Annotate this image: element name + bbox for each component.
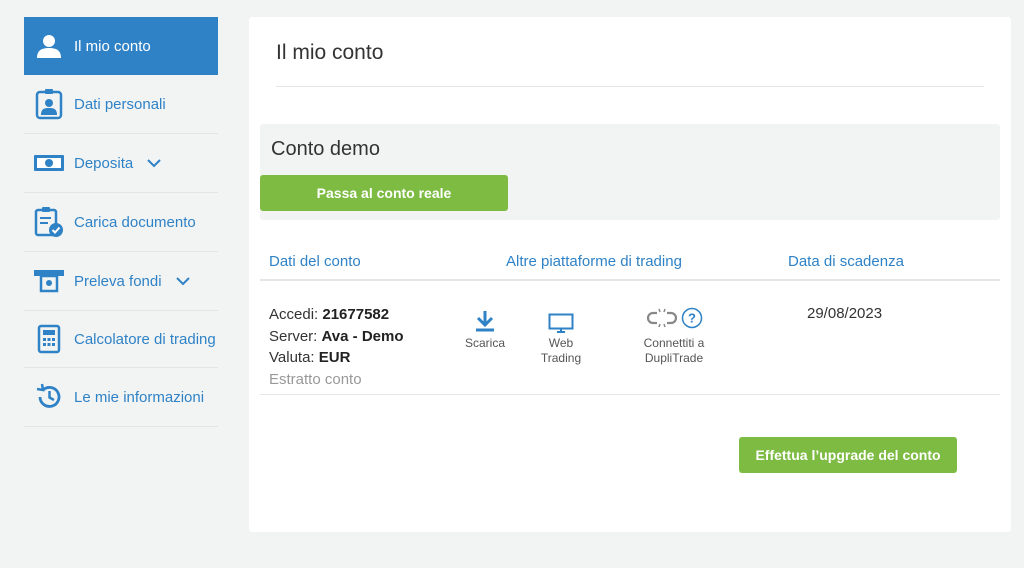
- sidebar-item-carica-documento[interactable]: Carica documento: [24, 193, 218, 252]
- divider: [260, 394, 1000, 395]
- upgrade-account-button[interactable]: Effettua l’upgrade del conto: [739, 437, 957, 473]
- demo-account-panel: Conto demo Passa al conto reale: [260, 124, 1000, 220]
- platform-web-trading[interactable]: Web Trading: [533, 307, 589, 366]
- sidebar-nav: Il mio conto Dati personali Deposita Car…: [24, 17, 218, 427]
- user-icon: [32, 30, 66, 62]
- sidebar-item-label: Carica documento: [74, 213, 196, 231]
- server-value: Ava - Demo: [321, 327, 404, 345]
- sidebar-item-le-mie-informazioni[interactable]: Le mie informazioni: [24, 368, 218, 427]
- switch-to-real-account-button[interactable]: Passa al conto reale: [260, 175, 508, 211]
- login-label: Accedi:: [269, 306, 319, 323]
- sidebar-item-il-mio-conto[interactable]: Il mio conto: [24, 17, 218, 75]
- platform-download-label: Scarica: [465, 336, 506, 350]
- sidebar-item-label: Preleva fondi: [74, 272, 162, 290]
- currency-value: EUR: [318, 349, 351, 366]
- sidebar-item-label: Il mio conto: [74, 37, 151, 55]
- login-row: Accedi: 21677582: [269, 304, 404, 326]
- column-header-account: Dati del conto: [269, 253, 361, 270]
- platform-web-trading-label: Web Trading: [540, 336, 582, 365]
- sidebar-item-label: Le mie informazioni: [74, 388, 205, 406]
- platform-duplitrade[interactable]: ? Connettiti a DupliTrade: [635, 307, 713, 366]
- platform-duplitrade-label: Connettiti a DupliTrade: [643, 336, 705, 365]
- column-header-expiry: Data di scadenza: [788, 253, 904, 270]
- sidebar-item-deposita[interactable]: Deposita: [24, 134, 218, 193]
- column-header-platforms: Altre piattaforme di trading: [506, 253, 682, 270]
- id-badge-icon: [32, 88, 66, 120]
- currency-row: Valuta: EUR: [269, 347, 404, 369]
- sidebar-item-label: Dati personali: [74, 95, 166, 113]
- chevron-down-icon[interactable]: [175, 276, 190, 286]
- clipboard-check-icon: [32, 206, 66, 238]
- demo-account-title: Conto demo: [271, 138, 380, 160]
- history-icon: [32, 381, 66, 413]
- duplitrade-icons: ?: [645, 307, 703, 333]
- currency-label: Valuta:: [269, 349, 315, 366]
- monitor-icon: [548, 307, 574, 333]
- divider: [260, 279, 1000, 281]
- statement-link[interactable]: Estratto conto: [269, 369, 404, 391]
- page-title: Il mio conto: [276, 41, 384, 64]
- question-circle-icon[interactable]: ?: [681, 307, 703, 333]
- broken-link-icon: [645, 307, 679, 333]
- banknote-icon: [32, 147, 66, 179]
- account-details: Accedi: 21677582 Server: Ava - Demo Valu…: [269, 304, 404, 390]
- sidebar-item-label: Deposita: [74, 154, 134, 172]
- login-value: 21677582: [322, 306, 390, 323]
- sidebar-item-calcolatore-di-trading[interactable]: Calcolatore di trading: [24, 311, 218, 368]
- server-label: Server:: [269, 327, 318, 345]
- divider: [276, 86, 984, 87]
- expiry-date: 29/08/2023: [807, 305, 883, 322]
- server-row: Server: Ava - Demo: [269, 326, 404, 348]
- calculator-icon: [32, 323, 66, 355]
- platform-download[interactable]: Scarica: [465, 307, 505, 351]
- sidebar-item-label: Calcolatore di trading: [74, 330, 216, 348]
- chevron-down-icon[interactable]: [147, 158, 161, 168]
- download-icon: [474, 307, 496, 333]
- atm-withdraw-icon: [32, 265, 66, 297]
- svg-text:?: ?: [688, 311, 696, 326]
- account-card: Il mio conto Conto demo Passa al conto r…: [249, 17, 1011, 532]
- sidebar-item-dati-personali[interactable]: Dati personali: [24, 75, 218, 134]
- sidebar-item-preleva-fondi[interactable]: Preleva fondi: [24, 252, 218, 311]
